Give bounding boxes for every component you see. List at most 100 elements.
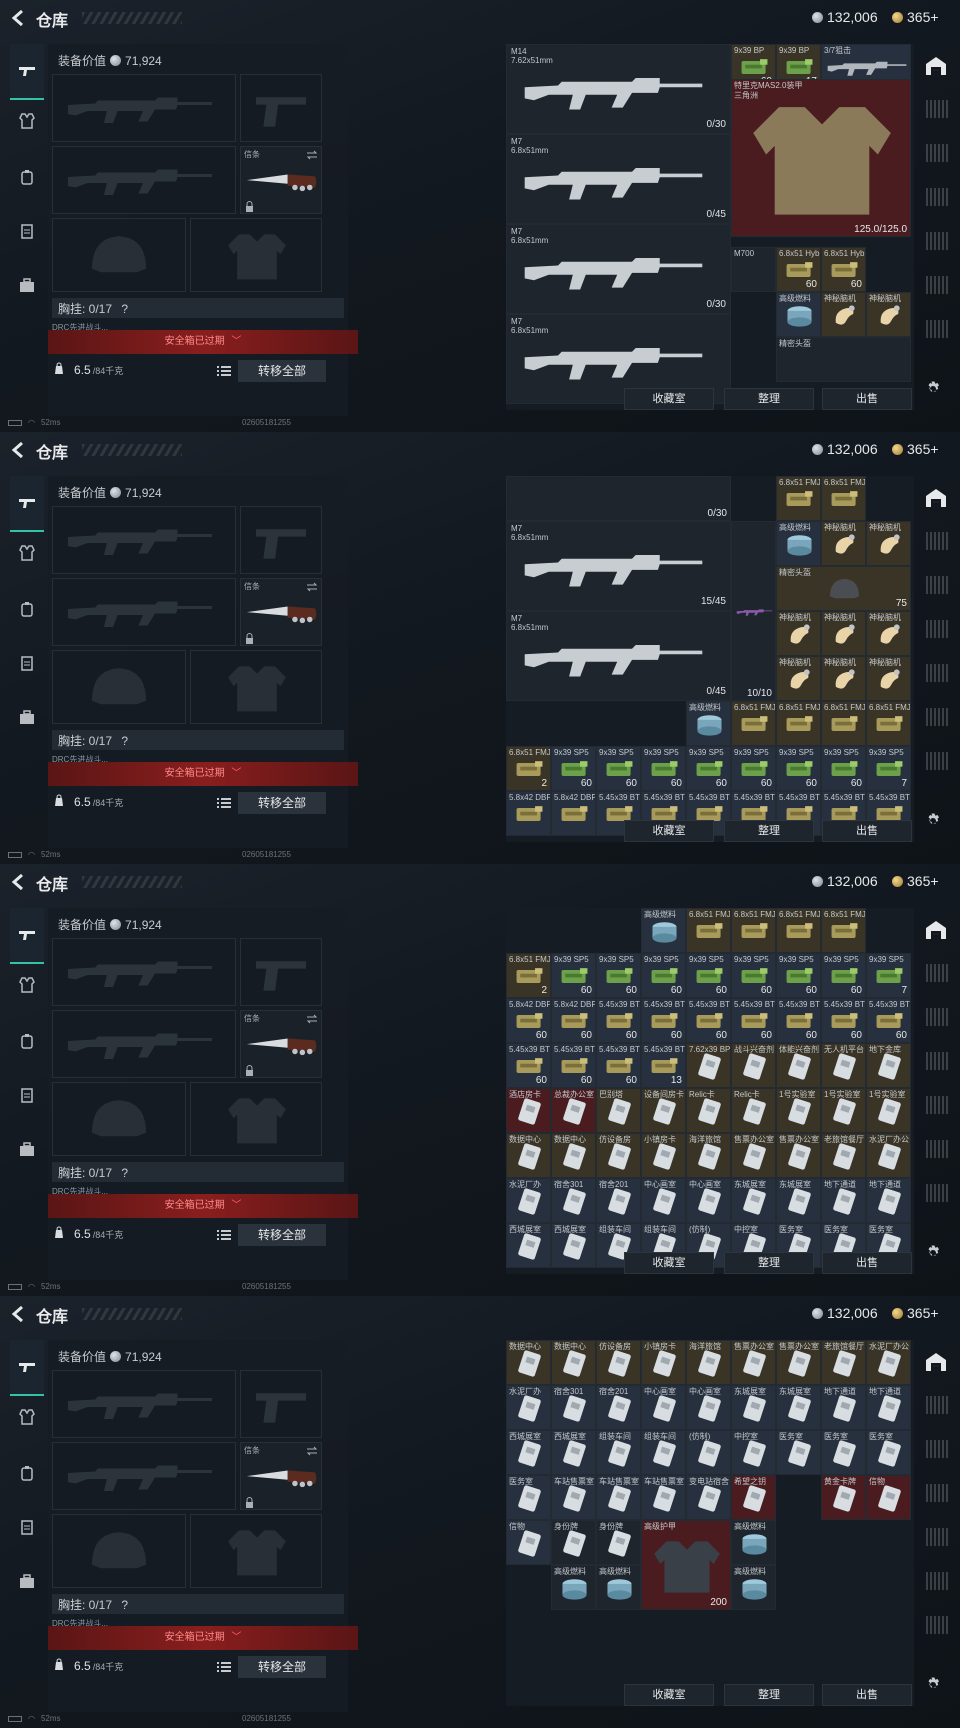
tab-backpack[interactable] <box>12 1458 42 1488</box>
armor-slot[interactable] <box>190 650 322 724</box>
stash-item[interactable]: 6.8x51 FMJ <box>776 476 821 521</box>
stash-item[interactable]: 6.8x51 FMJ <box>686 908 731 953</box>
safebox-expired-banner[interactable]: 安全箱已过期 ﹀ <box>48 330 358 354</box>
stash-item[interactable]: 9x39 SP5 60 <box>596 953 641 998</box>
collection-button[interactable]: 收藏室 <box>624 388 714 410</box>
keycard-item[interactable]: 巴别塔 <box>596 1088 641 1133</box>
helmet-item[interactable]: 精密头盔 75 <box>776 566 911 611</box>
keycard-item[interactable]: 数据中心 <box>551 1133 596 1178</box>
tab-chest-rig[interactable] <box>12 1512 42 1542</box>
help-icon[interactable]: ? <box>121 734 128 748</box>
primary-weapon-slot[interactable] <box>52 506 236 574</box>
helmet-slot[interactable] <box>52 650 186 724</box>
sell-button[interactable]: 出售 <box>822 1252 912 1274</box>
stash-item[interactable]: 神秘脑机 <box>821 521 866 566</box>
weapon-item[interactable]: M7 6.8x51mm 0/45 <box>506 134 731 224</box>
stash-item[interactable]: 神秘脑机 <box>866 521 911 566</box>
stash-item[interactable]: 神秘脑机 <box>866 611 911 656</box>
transfer-all-button[interactable]: 转移全部 <box>238 792 326 814</box>
keycard-item[interactable]: 老旅馆餐厅 <box>821 1133 866 1178</box>
sidebar-item[interactable] <box>926 708 948 726</box>
sidebar-item[interactable] <box>926 1140 948 1158</box>
sidebar-item[interactable] <box>926 964 948 982</box>
keycard-item[interactable]: 东城展室 <box>776 1178 821 1223</box>
token-item[interactable]: 信物 <box>506 1520 551 1565</box>
keycard-item[interactable]: 东城展室 <box>731 1178 776 1223</box>
stash-item[interactable]: 神秘脑机 <box>821 291 866 337</box>
pistol-slot[interactable] <box>240 506 322 574</box>
stash-item[interactable]: 神秘脑机 <box>776 656 821 701</box>
stash-item[interactable]: 高级燃料 <box>686 701 731 746</box>
tab-armor[interactable] <box>12 106 42 136</box>
list-icon[interactable] <box>216 796 232 810</box>
dogtag-item[interactable]: 身份牌 <box>551 1520 596 1565</box>
keycard-item[interactable]: 西城展室 <box>506 1430 551 1475</box>
stash-item[interactable]: 9x39 SP5 60 <box>641 953 686 998</box>
list-icon[interactable] <box>216 1228 232 1242</box>
stash-item[interactable]: 9x39 SP5 60 <box>686 953 731 998</box>
keycard-item[interactable]: 1号实验室 <box>866 1088 911 1133</box>
stash-item[interactable]: 高级燃料 <box>596 1565 641 1610</box>
keycard-item[interactable]: 医务室 <box>776 1430 821 1475</box>
sidebar-item[interactable] <box>926 232 948 250</box>
tab-safebox[interactable] <box>12 1134 42 1164</box>
keycard-item[interactable]: 售票办公室 <box>776 1133 821 1178</box>
sidebar-item[interactable] <box>926 320 948 338</box>
settings-gear-icon[interactable] <box>924 1244 942 1262</box>
keycard-item[interactable]: 地下通道 <box>866 1385 911 1430</box>
keycard-item[interactable]: 小镇房卡 <box>641 1340 686 1385</box>
keycard-item[interactable]: 小镇房卡 <box>641 1133 686 1178</box>
stash-item[interactable]: 5.45x39 BT 13 <box>641 1043 686 1088</box>
stash-item[interactable]: 体能兴奋剂 <box>776 1043 821 1088</box>
armor-slot[interactable] <box>190 1514 322 1588</box>
pistol-slot[interactable] <box>240 74 322 142</box>
sidebar-item[interactable] <box>926 1528 948 1546</box>
swap-icon[interactable] <box>306 1014 318 1024</box>
stash-item[interactable]: 高级燃料 <box>641 908 686 953</box>
safebox-expired-banner[interactable]: 安全箱已过期 ﹀ <box>48 762 358 786</box>
melee-slot[interactable]: 信条 <box>240 146 322 214</box>
keycard-item[interactable]: 宿舍301 <box>551 1385 596 1430</box>
stash-item[interactable]: 5.8x42 DBP10 <box>551 791 596 836</box>
tab-weapons[interactable] <box>10 908 44 964</box>
stash-item[interactable]: 9x39 SP5 60 <box>821 953 866 998</box>
sidebar-item[interactable] <box>926 100 948 118</box>
stash-item[interactable]: 6.8x51 FMJ 2 <box>506 746 551 791</box>
back-arrow-icon[interactable] <box>10 1305 28 1323</box>
stash-item[interactable]: 5.8x42 DBP10 60 <box>506 998 551 1043</box>
melee-slot[interactable]: 信条 <box>240 1442 322 1510</box>
safebox-expired-banner[interactable]: 安全箱已过期 ﹀ <box>48 1626 358 1650</box>
tab-armor[interactable] <box>12 1402 42 1432</box>
keycard-item[interactable]: 仿设备房 <box>596 1133 641 1178</box>
tab-chest-rig[interactable] <box>12 216 42 246</box>
stash-item[interactable]: 高级燃料 <box>551 1565 596 1610</box>
keycard-item[interactable]: 东城展室 <box>731 1385 776 1430</box>
gold-currency[interactable]: 365+ <box>892 441 939 457</box>
sidebar-item[interactable] <box>926 1572 948 1590</box>
help-icon[interactable]: ? <box>121 1166 128 1180</box>
keycard-item[interactable]: 水泥厂办 <box>506 1178 551 1223</box>
sidebar-item[interactable] <box>926 1396 948 1414</box>
stash-item[interactable]: 神秘脑机 <box>821 611 866 656</box>
weapon-item[interactable]: M14 7.62x51mm 0/30 <box>506 44 731 134</box>
sidebar-item[interactable] <box>926 144 948 162</box>
stash-item[interactable]: 5.8x42 DBP10 60 <box>551 998 596 1043</box>
secondary-weapon-slot[interactable] <box>52 578 236 646</box>
sidebar-item[interactable] <box>926 752 948 770</box>
garage-icon[interactable] <box>924 1350 948 1374</box>
keycard-item[interactable]: 售票办公室 <box>731 1340 776 1385</box>
transfer-all-button[interactable]: 转移全部 <box>238 1224 326 1246</box>
gold-currency[interactable]: 365+ <box>892 873 939 889</box>
keycard-item[interactable]: 车站售票室 <box>596 1475 641 1520</box>
keycard-item[interactable]: 海洋旅馆 <box>686 1133 731 1178</box>
keycard-item[interactable]: (仿制) <box>686 1430 731 1475</box>
keycard-item[interactable]: 酒店房卡 <box>506 1088 551 1133</box>
keycard-item[interactable]: 数据中心 <box>551 1340 596 1385</box>
swap-icon[interactable] <box>306 150 318 160</box>
organize-button[interactable]: 整理 <box>724 388 814 410</box>
m700-item[interactable]: M700 <box>731 246 776 292</box>
sidebar-item[interactable] <box>926 1008 948 1026</box>
safebox-expired-banner[interactable]: 安全箱已过期 ﹀ <box>48 1194 358 1218</box>
tab-chest-rig[interactable] <box>12 1080 42 1110</box>
stash-item[interactable]: 神秘脑机 <box>866 656 911 701</box>
